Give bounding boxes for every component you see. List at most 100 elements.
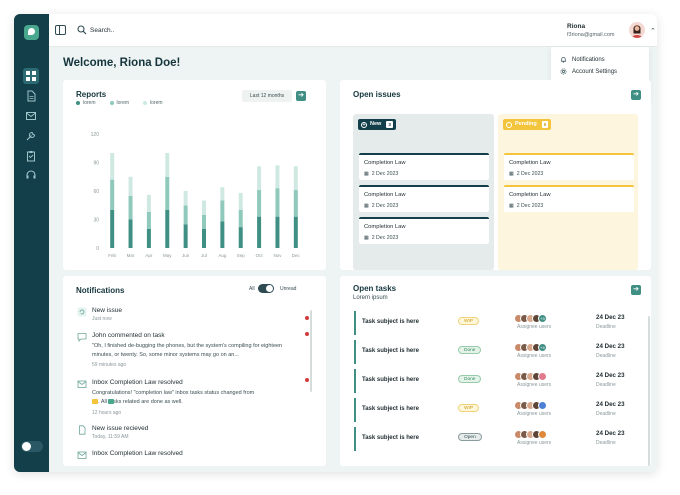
bar-segment[interactable]: [238, 227, 243, 248]
issue-card[interactable]: Completion Law ▦ 2 Dec 2023: [504, 153, 634, 180]
bar-segment[interactable]: [128, 195, 133, 220]
document-icon[interactable]: [25, 90, 37, 102]
column-count: 3: [386, 121, 393, 128]
bar-segment[interactable]: [257, 166, 262, 191]
bar-segment[interactable]: [238, 210, 243, 228]
theme-toggle[interactable]: [21, 441, 43, 452]
user-email: f3riona@gmail.com: [567, 32, 615, 38]
x-tick-label: Oct: [256, 253, 264, 258]
issue-date: ▦ 2 Dec 2023: [364, 203, 399, 209]
x-tick-label: Dec: [292, 253, 301, 258]
task-subject: Task subject is here: [362, 348, 419, 354]
sidebar-collapse-icon[interactable]: [55, 25, 66, 35]
bar-segment[interactable]: [275, 188, 280, 217]
bar-segment[interactable]: [293, 216, 298, 248]
page-title: Welcome, Riona Doe!: [63, 57, 181, 69]
assignee-avatars[interactable]: [514, 372, 547, 381]
bar-segment[interactable]: [183, 205, 188, 225]
more-assignees-count: +3: [538, 314, 547, 323]
bar-segment[interactable]: [238, 192, 243, 210]
column-header-pending: Pending 5: [503, 119, 552, 130]
user-name: Riona: [567, 23, 586, 30]
bar-segment[interactable]: [293, 166, 298, 191]
bar-segment[interactable]: [146, 229, 151, 248]
issue-card[interactable]: Completion Law ▦ 2 Dec 2023: [359, 217, 489, 244]
reports-open-button[interactable]: ➔: [296, 91, 306, 101]
notification-time: 12 hours ago: [92, 410, 122, 416]
assignee-avatars[interactable]: +3: [514, 314, 547, 323]
bar-segment[interactable]: [128, 219, 133, 249]
calendar-icon: ▦: [364, 235, 369, 241]
task-row[interactable]: Task subject is here WIP +3 Assignee users 2…: [354, 311, 644, 335]
bar-segment[interactable]: [128, 176, 133, 196]
tasks-scrollbar[interactable]: [648, 316, 650, 466]
bar-segment[interactable]: [110, 153, 115, 180]
y-tick-label: 90: [93, 161, 99, 167]
open-tasks-open-button[interactable]: ➔: [631, 285, 641, 295]
issue-card[interactable]: Completion Law ▦ 2 Dec 2023: [504, 185, 634, 212]
assignee-avatars[interactable]: [514, 401, 547, 410]
bar-segment[interactable]: [202, 200, 206, 215]
bar-segment[interactable]: [183, 191, 188, 206]
filter-unread-label[interactable]: Unread: [280, 286, 296, 292]
bar-segment[interactable]: [275, 216, 280, 248]
bar-segment[interactable]: [275, 165, 280, 189]
notification-title: John commented on task: [92, 332, 165, 339]
menu-item-notifications[interactable]: Notifications: [560, 56, 605, 63]
inbox-icon: [77, 380, 87, 388]
search-input[interactable]: [90, 23, 210, 37]
bar-segment[interactable]: [165, 210, 170, 248]
x-tick-label: Nov: [273, 253, 282, 258]
bar-segment[interactable]: [146, 211, 151, 229]
filter-all-label[interactable]: All: [249, 286, 255, 292]
menu-item-account-settings[interactable]: Account Settings: [560, 68, 617, 75]
assignee-label: Assignee users: [517, 440, 552, 446]
bar-segment[interactable]: [220, 200, 225, 222]
bar-segment[interactable]: [257, 190, 262, 217]
headset-icon[interactable]: [25, 169, 37, 181]
more-assignees-count: [538, 372, 547, 381]
calendar-icon: ▦: [509, 171, 514, 177]
issue-title: Completion Law: [509, 192, 551, 198]
notifications-scrollbar[interactable]: [310, 310, 312, 392]
issue-date: ▦ 2 Dec 2023: [364, 235, 399, 241]
menu-item-label: Notifications: [572, 56, 605, 63]
unread-dot: [305, 316, 309, 320]
clipboard-icon[interactable]: [25, 150, 37, 162]
assignee-avatars[interactable]: [514, 430, 547, 439]
bar-segment[interactable]: [202, 229, 206, 248]
wrench-icon[interactable]: [25, 130, 37, 142]
dashboard-icon[interactable]: [23, 68, 39, 84]
app-logo[interactable]: [24, 25, 39, 40]
bar-segment[interactable]: [183, 224, 188, 248]
bar-segment[interactable]: [220, 221, 225, 248]
status-chip-pending: [92, 399, 98, 404]
assignee-avatars[interactable]: +4: [514, 343, 547, 352]
bar-segment[interactable]: [165, 176, 170, 210]
issue-card[interactable]: Completion Law ▦ 2 Dec 2023: [359, 185, 489, 212]
bar-segment[interactable]: [165, 153, 170, 177]
status-chip-done: [108, 399, 114, 404]
avatar[interactable]: [629, 22, 645, 38]
bar-segment[interactable]: [146, 194, 151, 212]
open-issues-open-button[interactable]: ➔: [631, 90, 641, 100]
task-subject: Task subject is here: [362, 377, 419, 383]
issue-title: Completion Law: [509, 160, 551, 166]
bar-segment[interactable]: [257, 216, 262, 248]
task-row[interactable]: Task subject is here Done +4 Assignee users…: [354, 340, 644, 364]
issue-card[interactable]: Completion Law ▦ 2 Dec 2023: [359, 153, 489, 180]
issue-title: Completion Law: [364, 192, 406, 198]
chevron-up-icon[interactable]: ⌃: [650, 27, 656, 35]
task-row[interactable]: Task subject is here Open Assignee users 24…: [354, 427, 644, 451]
bar-segment[interactable]: [220, 187, 225, 201]
period-select[interactable]: Last 12 months: [242, 90, 292, 102]
task-row[interactable]: Task subject is here WIP Assignee users 24 …: [354, 398, 644, 422]
bar-segment[interactable]: [202, 214, 206, 229]
unread-toggle[interactable]: [258, 284, 274, 293]
task-row[interactable]: Task subject is here Done Assignee users 24…: [354, 369, 644, 393]
bar-segment[interactable]: [293, 190, 298, 217]
bar-segment[interactable]: [110, 210, 115, 248]
notification-title: New issue recieved: [92, 425, 149, 432]
bar-segment[interactable]: [110, 179, 115, 210]
mail-icon[interactable]: [25, 110, 37, 122]
